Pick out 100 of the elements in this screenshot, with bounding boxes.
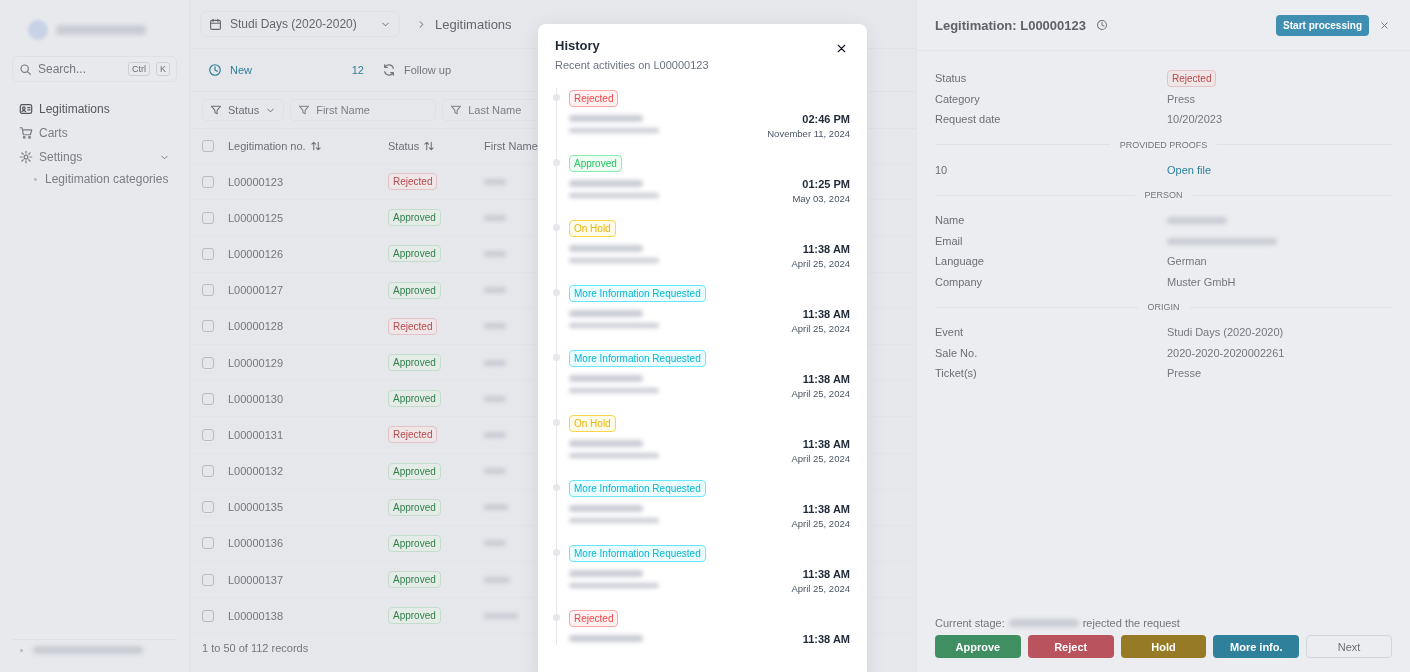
field-value: Presse: [1167, 367, 1203, 380]
nav-item[interactable]: Carts: [12, 124, 177, 142]
field-label: Sale No.: [935, 346, 979, 359]
checkbox[interactable]: [202, 537, 214, 550]
field-value: German: [1167, 255, 1208, 268]
status-badge: More Information Requested: [569, 480, 706, 497]
checkbox[interactable]: [202, 573, 214, 586]
checkbox[interactable]: [202, 465, 214, 478]
status-badge: Approved: [388, 571, 441, 589]
section-heading: ORIGIN: [1147, 302, 1180, 312]
field-label: Category: [935, 92, 981, 105]
field-label: Ticket(s): [935, 367, 978, 380]
checkbox[interactable]: [202, 247, 214, 260]
field-value: Press: [1167, 92, 1197, 105]
table-cell-text: L00000138: [228, 609, 285, 622]
dialog-subtitle: Recent activities on L00000123: [555, 59, 710, 71]
status-filter[interactable]: Status: [202, 99, 285, 121]
record-count: 1 to 50 of 112 records: [202, 642, 309, 655]
activity-time: 11:38 AM: [802, 243, 850, 255]
search-field[interactable]: Search... Ctrl K: [12, 56, 177, 82]
section-heading: PROVIDED PROOFS: [1119, 139, 1208, 150]
status-badge: Approved: [388, 245, 441, 263]
activity-date: May 03, 2024: [792, 193, 850, 204]
stage-text: rejected the request: [1082, 617, 1180, 629]
table-cell-text: L00000128: [228, 320, 285, 333]
nav-item[interactable]: Legitimations: [12, 100, 177, 118]
history-button[interactable]: [1094, 17, 1110, 33]
action-button[interactable]: Next: [1306, 635, 1392, 658]
cart-icon: [19, 126, 33, 140]
logo-icon: [28, 20, 48, 40]
checkbox[interactable]: [202, 356, 214, 369]
close-icon: [1379, 19, 1390, 31]
checkbox[interactable]: [202, 284, 214, 297]
field-value: 2020-2020-2020002261: [1167, 346, 1286, 359]
queue-tab[interactable]: Follow up: [380, 59, 454, 81]
status-badge: Approved: [388, 534, 441, 552]
activity-time: 11:38 AM: [802, 503, 850, 515]
checkbox[interactable]: [202, 428, 214, 441]
status-badge: Approved: [388, 354, 441, 372]
status-badge: Approved: [388, 209, 441, 227]
activity-date: April 25, 2024: [791, 388, 850, 399]
queue-tab[interactable]: New 12: [206, 59, 366, 81]
field-label: Status: [935, 72, 968, 85]
field-label: Language: [935, 255, 985, 268]
table-cell-text: L00000130: [228, 392, 285, 405]
checkbox[interactable]: [202, 609, 214, 622]
shortcut-key: K: [156, 62, 170, 76]
action-button[interactable]: More info.: [1213, 635, 1300, 658]
column-header[interactable]: Status: [388, 140, 420, 152]
filter-icon: [450, 104, 463, 116]
table-cell-text: L00000125: [228, 211, 285, 224]
start-processing-button[interactable]: Start processing: [1276, 14, 1369, 36]
checkbox[interactable]: [202, 140, 214, 152]
table-cell-text: L00000129: [228, 356, 285, 369]
action-button[interactable]: Hold: [1120, 635, 1207, 658]
dialog-title: History: [555, 38, 601, 53]
nav-item[interactable]: Settings: [12, 148, 177, 166]
search-icon: [19, 62, 32, 76]
open-file-link[interactable]: Open file: [1167, 163, 1212, 176]
status-badge: Rejected: [388, 173, 438, 191]
panel-title: Legitimation: L00000123: [935, 17, 1086, 33]
status-badge: Approved: [569, 155, 622, 172]
activity-time: 11:38 AM: [802, 633, 850, 645]
activity-time: 11:38 AM: [802, 568, 850, 580]
checkbox[interactable]: [202, 320, 214, 333]
field-label: Company: [935, 275, 984, 288]
table-cell-text: L00000137: [228, 573, 285, 586]
checkbox[interactable]: [202, 501, 214, 514]
field-value: Studi Days (2020-2020): [1167, 326, 1285, 339]
field-label: Event: [935, 326, 965, 339]
table-cell-text: L00000136: [228, 537, 285, 550]
activity-date: April 25, 2024: [791, 258, 850, 269]
status-badge: Approved: [388, 281, 441, 299]
table-cell-text: L00000135: [228, 501, 285, 514]
table-cell-text: L00000127: [228, 284, 285, 297]
action-button[interactable]: Approve: [935, 635, 1021, 658]
field-value: Muster GmbH: [1167, 275, 1237, 288]
column-header[interactable]: First Name: [484, 140, 538, 152]
event-select[interactable]: Studi Days (2020-2020): [200, 11, 400, 37]
filter-field[interactable]: First Name: [290, 99, 437, 121]
column-header[interactable]: Legitimation no.: [228, 140, 306, 152]
checkbox[interactable]: [202, 211, 214, 224]
activity-time: 02:46 PM: [802, 113, 850, 125]
status-badge: Rejected: [569, 610, 619, 627]
status-badge: Rejected: [569, 90, 619, 107]
nav-subitem[interactable]: Legitimation categories: [12, 172, 177, 186]
clock-icon: [208, 63, 222, 77]
activity-date: April 25, 2024: [791, 518, 850, 529]
action-button[interactable]: Reject: [1027, 635, 1114, 658]
table-cell-text: L00000126: [228, 247, 285, 260]
clock-icon: [1096, 19, 1108, 31]
filter-icon: [298, 104, 311, 116]
status-badge: More Information Requested: [569, 285, 706, 302]
sort-icon: [309, 140, 322, 152]
checkbox[interactable]: [202, 175, 214, 188]
activity-time: 01:25 PM: [802, 178, 850, 190]
status-badge: More Information Requested: [569, 350, 706, 367]
checkbox[interactable]: [202, 392, 214, 405]
activity-date: April 25, 2024: [791, 453, 850, 464]
field-label: 10: [935, 163, 949, 176]
